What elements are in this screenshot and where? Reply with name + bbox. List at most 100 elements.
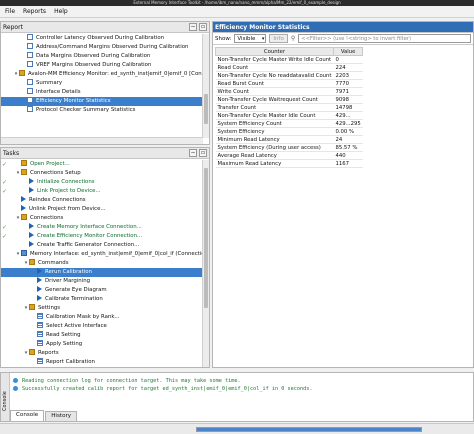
play-icon: [37, 285, 42, 292]
minimize-icon[interactable]: −: [189, 23, 197, 31]
task-item-label: Link Project to Device...: [37, 188, 101, 194]
checkmark-icon: ✓: [2, 161, 8, 168]
report-tree-item-label: Address/Command Margins Observed During …: [36, 44, 189, 50]
tasks-scrollbar[interactable]: [202, 160, 209, 367]
stats-row[interactable]: Non-Transfer Cycle Master Idle Count 429.…: [215, 111, 363, 120]
task-item[interactable]: Read Setting: [1, 330, 203, 340]
checkmark-icon: ✓: [2, 188, 8, 195]
task-item[interactable]: Rerun Calibration: [1, 267, 203, 277]
task-item-label: Driver Margining: [45, 278, 91, 284]
console-line-text: Successfully created calib report for ta…: [22, 386, 313, 392]
stats-counter-cell: Write Count: [215, 87, 334, 96]
stats-row[interactable]: System Efficiency (During user access) 85…: [215, 143, 363, 152]
list-icon: [37, 330, 43, 337]
stats-row[interactable]: Average Read Latency 440: [215, 151, 363, 160]
stats-row[interactable]: Read Burst Count 7770: [215, 79, 363, 88]
stats-row[interactable]: Non-Transfer Cycle Master Write Idle Cou…: [215, 55, 363, 64]
task-item[interactable]: Reindex Connections: [1, 195, 203, 205]
report-panel-header: Report − ▫: [1, 22, 209, 33]
stats-row[interactable]: Non-Transfer Cycle No readdatavalid Coun…: [215, 71, 363, 80]
task-item[interactable]: Generate Summary: [37, 366, 43, 367]
report-tree-item[interactable]: VREF Margins Observed During Calibration: [1, 60, 203, 70]
tab-console[interactable]: Console: [10, 410, 45, 421]
task-item[interactable]: Generate Eye Diagram: [1, 285, 203, 295]
console-line: Reading connection log for connection ta…: [10, 377, 473, 385]
menu-reports[interactable]: Reports: [23, 8, 46, 15]
report-scroll-thumb[interactable]: [204, 94, 208, 124]
minimize-icon[interactable]: −: [189, 149, 197, 157]
task-item-label: Create Traffic Generator Connection...: [37, 242, 140, 248]
stats-value-cell: 85.57 %: [333, 143, 363, 152]
task-item[interactable]: ▾ Settings: [1, 303, 203, 313]
task-item[interactable]: Report Calibration: [1, 357, 203, 367]
stats-row[interactable]: System Efficiency Count 429...295: [215, 119, 363, 128]
menu-bar: File Reports Help: [0, 6, 474, 18]
stats-value-cell: 14798: [333, 103, 363, 112]
stats-counter-cell: Minimum Read Latency: [215, 135, 334, 144]
stats-panel-title: Efficiency Monitor Statistics: [215, 23, 310, 31]
stats-counter-cell: Transfer Count: [215, 103, 334, 112]
stats-panel-header: Efficiency Monitor Statistics: [213, 22, 473, 33]
stats-row[interactable]: Write Count 7971: [215, 87, 363, 96]
stats-row[interactable]: Maximum Read Latency 1167: [215, 159, 363, 168]
task-item[interactable]: ✓ Link Project to Device...: [1, 186, 203, 196]
report-tree-item[interactable]: Protocol Checker Summary Statistics: [1, 105, 203, 115]
document-icon: [27, 34, 33, 40]
task-item-label: Reports: [38, 350, 59, 356]
stats-value-cell: 429...: [333, 111, 363, 120]
task-item[interactable]: ▾ Reports: [1, 348, 203, 358]
stats-counter-cell: Maximum Read Latency: [215, 159, 334, 168]
stats-row[interactable]: Transfer Count 14798: [215, 103, 363, 112]
task-item-label: Commands: [38, 260, 69, 266]
report-panel: Report − ▫ Controller Latency Observed D…: [0, 21, 210, 145]
folder-icon: [29, 258, 35, 265]
show-label: Show:: [215, 35, 232, 42]
menu-help[interactable]: Help: [54, 8, 68, 15]
column-value[interactable]: Value: [332, 47, 364, 56]
task-item[interactable]: Create Traffic Generator Connection...: [1, 240, 203, 250]
stats-value-cell: 0.00 %: [333, 127, 363, 136]
task-item[interactable]: Unlink Project from Device...: [1, 204, 203, 214]
task-item-label: Apply Setting: [46, 341, 83, 347]
tab-history[interactable]: History: [45, 411, 78, 421]
list-icon: [37, 339, 43, 346]
stats-row[interactable]: Non-Transfer Cycle Waitrequest Count 9098: [215, 95, 363, 104]
stats-row[interactable]: System Efficiency 0.00 %: [215, 127, 363, 136]
float-icon[interactable]: ▫: [199, 149, 207, 157]
folder-icon: [29, 348, 35, 355]
console-side-tab[interactable]: Console: [1, 373, 10, 421]
console-line-text: Reading connection log for connection ta…: [22, 378, 241, 384]
info-button[interactable]: Info: [269, 34, 288, 43]
play-icon: [29, 177, 34, 184]
stats-row[interactable]: Minimum Read Latency 24: [215, 135, 363, 144]
info-icon: [13, 386, 18, 391]
task-item-label: Create Memory Interface Connection...: [37, 224, 142, 230]
task-item[interactable]: Calibration Mask by Rank...: [1, 312, 203, 322]
report-tree-item-label: Avalon-MM Efficiency Monitor: ed_synth_i…: [28, 71, 203, 77]
task-item[interactable]: Driver Margining: [1, 276, 203, 286]
tasks-scroll-thumb[interactable]: [204, 168, 208, 308]
report-scrollbar[interactable]: [202, 34, 209, 138]
filter-input[interactable]: <<Filter>> (use !<string> to invert filt…: [298, 34, 471, 43]
task-item-label: Generate Eye Diagram: [45, 287, 107, 293]
column-counter[interactable]: Counter: [215, 47, 334, 56]
task-item-label: Rerun Calibration: [45, 269, 92, 275]
report-hscrollbar[interactable]: [1, 137, 203, 144]
task-item[interactable]: Select Active Interface: [1, 321, 203, 331]
task-item[interactable]: ✓ Open Project...: [1, 160, 203, 169]
checkmark-icon: ✓: [2, 224, 8, 231]
play-icon: [21, 204, 26, 211]
task-item-label: Reindex Connections: [29, 197, 86, 203]
stats-row[interactable]: Read Count 224: [215, 63, 363, 72]
stats-counter-cell: System Efficiency Count: [215, 119, 334, 128]
report-tree: Controller Latency Observed During Calib…: [1, 34, 203, 138]
float-icon[interactable]: ▫: [199, 23, 207, 31]
stats-value-cell: 24: [333, 135, 363, 144]
task-item-label: Calibrate Termination: [45, 296, 103, 302]
list-icon: [37, 357, 43, 364]
stats-value-cell: 440: [333, 151, 363, 160]
show-select[interactable]: Visible: [234, 34, 267, 43]
task-item[interactable]: ▾ Commands: [1, 258, 203, 268]
report-tree-item-label: Controller Latency Observed During Calib…: [36, 35, 165, 41]
menu-file[interactable]: File: [5, 8, 15, 15]
